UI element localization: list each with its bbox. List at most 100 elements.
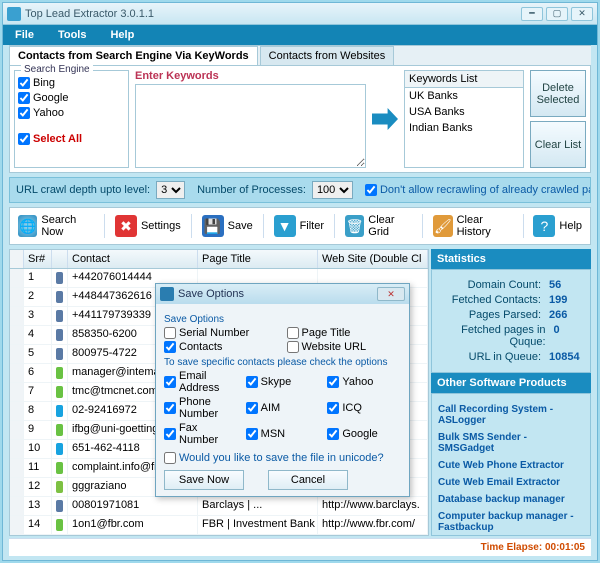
products-header: Other Software Products	[431, 373, 591, 393]
grid-header: Sr# Contact Page Title Web Site (Double …	[10, 250, 428, 269]
close-button[interactable]: ✕	[571, 7, 593, 21]
checkbox-fax[interactable]: Fax Number	[164, 422, 238, 446]
product-link[interactable]: Cute Web Phone Extractor	[438, 460, 584, 471]
menu-help[interactable]: Help	[98, 25, 146, 45]
contact-type-icon	[56, 291, 63, 303]
main-tabs: Contacts from Search Engine Via KeyWords…	[9, 45, 591, 65]
product-link[interactable]: Computer backup manager - Fastbackup	[438, 511, 584, 533]
trash-icon: 🗑	[345, 215, 364, 237]
floppy-icon: 💾	[202, 215, 224, 237]
clear-list-button[interactable]: Clear List	[530, 121, 586, 168]
col-sr[interactable]: Sr#	[24, 250, 52, 268]
save-now-button[interactable]: Save Now	[164, 470, 244, 490]
contact-type-icon	[56, 367, 63, 379]
checkbox-serial[interactable]: Serial Number	[164, 327, 279, 339]
contact-type-icon	[56, 462, 63, 474]
list-item[interactable]: USA Banks	[405, 104, 523, 120]
checkbox-google[interactable]: Google	[18, 92, 125, 104]
checkbox-icq[interactable]: ICQ	[327, 396, 401, 420]
table-row[interactable]: 1300801971081Barclays | ...http://www.ba…	[10, 497, 428, 516]
search-engine-group: Search Engine Bing Google Yahoo Select A…	[14, 70, 129, 168]
crawl-depth-label: URL crawl depth upto level:	[16, 184, 150, 196]
specific-contacts-section: To save specific contacts please check t…	[164, 357, 401, 368]
tools-icon: ✖	[115, 215, 137, 237]
enter-keywords-group: Enter Keywords	[135, 70, 366, 168]
checkbox-google[interactable]: Google	[327, 422, 401, 446]
contact-type-icon	[56, 310, 63, 322]
arrow-right-icon[interactable]	[372, 108, 398, 130]
time-elapse: Time Elapse: 00:01:05	[481, 542, 585, 553]
contact-type-icon	[56, 405, 63, 417]
col-contact[interactable]: Contact	[68, 250, 198, 268]
processes-select[interactable]: 100	[312, 181, 353, 199]
checkbox-phone[interactable]: Phone Number	[164, 396, 238, 420]
stat-row: URL in Queue:10854	[438, 351, 584, 363]
toolbar: 🌐Search Now ✖Settings 💾Save ▼Filter 🗑Cle…	[9, 207, 591, 245]
save-options-dialog: Save Options ✕ Save Options Serial Numbe…	[155, 283, 410, 497]
checkbox-bing[interactable]: Bing	[18, 77, 125, 89]
keywords-list-header: Keywords List	[404, 70, 524, 88]
search-engine-legend: Search Engine	[21, 64, 93, 75]
menu-tools[interactable]: Tools	[46, 25, 99, 45]
stat-row: Fetched Contacts:199	[438, 294, 584, 306]
clear-history-button[interactable]: 🖌Clear History	[427, 210, 518, 242]
col-pagetitle[interactable]: Page Title	[198, 250, 318, 268]
help-icon: ?	[533, 215, 555, 237]
product-link[interactable]: Bulk SMS Sender - SMSGadget	[438, 432, 584, 454]
keywords-textarea[interactable]	[135, 84, 366, 168]
right-column: Statistics Domain Count:56Fetched Contac…	[431, 249, 591, 536]
menubar: File Tools Help	[3, 25, 597, 45]
contact-type-icon	[56, 348, 63, 360]
keywords-list-items[interactable]: UK Banks USA Banks Indian Banks	[404, 88, 524, 168]
stat-row: Pages Parsed:266	[438, 309, 584, 321]
enter-keywords-label: Enter Keywords	[135, 70, 366, 82]
titlebar: Top Lead Extractor 3.0.1.1 ━ ▢ ✕	[3, 3, 597, 25]
tab-search-engine[interactable]: Contacts from Search Engine Via KeyWords	[9, 46, 258, 65]
save-button[interactable]: 💾Save	[196, 211, 259, 241]
product-link[interactable]: Call Recording System - ASLogger	[438, 404, 584, 426]
processes-label: Number of Processes:	[197, 184, 306, 196]
tab-websites[interactable]: Contacts from Websites	[260, 46, 395, 65]
checkbox-yahoo[interactable]: Yahoo	[327, 370, 401, 394]
checkbox-pagetitle[interactable]: Page Title	[287, 327, 402, 339]
checkbox-unicode[interactable]: Would you like to save the file in unico…	[164, 452, 401, 464]
stat-row: Fetched pages in Quque:0	[438, 324, 584, 348]
keyword-panel: Search Engine Bing Google Yahoo Select A…	[9, 65, 591, 173]
filter-button[interactable]: ▼Filter	[268, 211, 330, 241]
dialog-title: Save Options	[178, 288, 244, 300]
checkbox-skype[interactable]: Skype	[246, 370, 320, 394]
product-link[interactable]: Database backup manager	[438, 494, 584, 505]
checkbox-recrawl[interactable]: Don't allow recrawling of already crawle…	[365, 184, 591, 196]
table-row[interactable]: 141on1@fbr.comFBR | Investment Bankhttp:…	[10, 516, 428, 535]
cancel-button[interactable]: Cancel	[268, 470, 348, 490]
checkbox-contacts[interactable]: Contacts	[164, 341, 279, 353]
crawl-depth-select[interactable]: 3	[156, 181, 185, 199]
checkbox-select-all[interactable]: Select All	[18, 133, 125, 145]
settings-button[interactable]: ✖Settings	[109, 211, 187, 241]
dialog-close-button[interactable]: ✕	[377, 287, 405, 301]
list-item[interactable]: UK Banks	[405, 88, 523, 104]
contact-type-icon	[56, 424, 63, 436]
search-now-button[interactable]: 🌐Search Now	[12, 210, 100, 242]
list-item[interactable]: Indian Banks	[405, 120, 523, 136]
maximize-button[interactable]: ▢	[546, 7, 568, 21]
help-button[interactable]: ?Help	[527, 211, 588, 241]
product-link[interactable]: Cute Web Email Extractor	[438, 477, 584, 488]
contact-type-icon	[56, 481, 63, 493]
save-options-section: Save Options	[164, 314, 401, 325]
col-website[interactable]: Web Site (Double Cl	[318, 250, 428, 268]
delete-selected-button[interactable]: Delete Selected	[530, 70, 586, 117]
checkbox-yahoo[interactable]: Yahoo	[18, 107, 125, 119]
checkbox-aim[interactable]: AIM	[246, 396, 320, 420]
checkbox-msn[interactable]: MSN	[246, 422, 320, 446]
checkbox-weburl[interactable]: Website URL	[287, 341, 402, 353]
checkbox-email[interactable]: Email Address	[164, 370, 238, 394]
app-icon	[7, 7, 21, 21]
minimize-button[interactable]: ━	[521, 7, 543, 21]
menu-file[interactable]: File	[3, 25, 46, 45]
statusbar: Time Elapse: 00:01:05	[9, 538, 591, 556]
globe-icon: 🌐	[18, 215, 37, 237]
clear-grid-button[interactable]: 🗑Clear Grid	[339, 210, 418, 242]
statistics-header: Statistics	[431, 249, 591, 269]
products-list: Call Recording System - ASLogger Bulk SMS…	[431, 393, 591, 536]
